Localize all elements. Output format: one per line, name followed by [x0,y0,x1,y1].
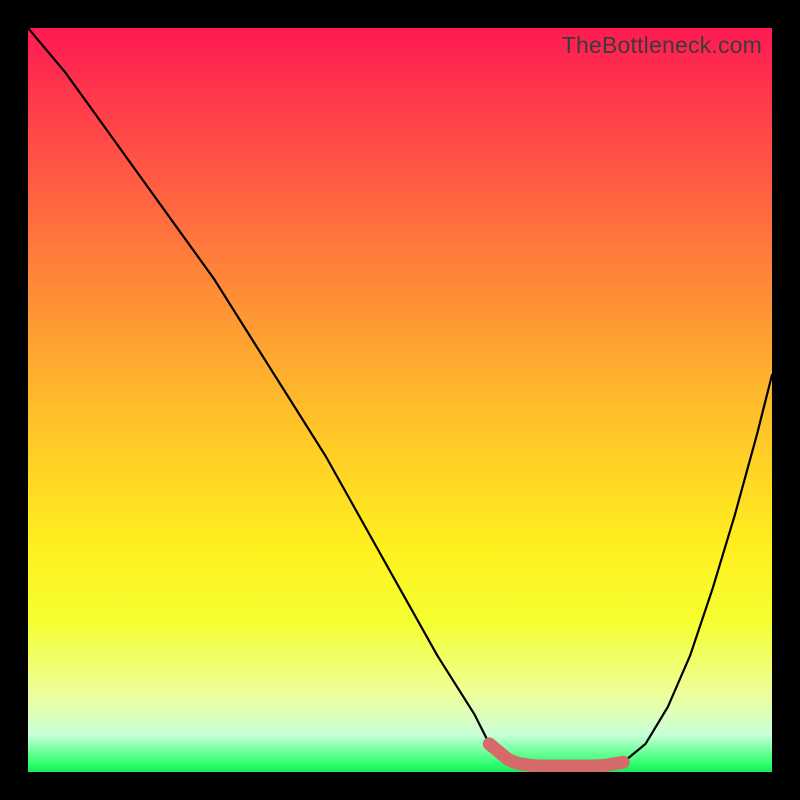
curve-svg [28,28,772,772]
highlight-segment [489,744,623,766]
plot-area: TheBottleneck.com [28,28,772,772]
watermark-text: TheBottleneck.com [562,32,762,59]
chart-frame: TheBottleneck.com [0,0,800,800]
bottleneck-curve-line [28,28,772,766]
